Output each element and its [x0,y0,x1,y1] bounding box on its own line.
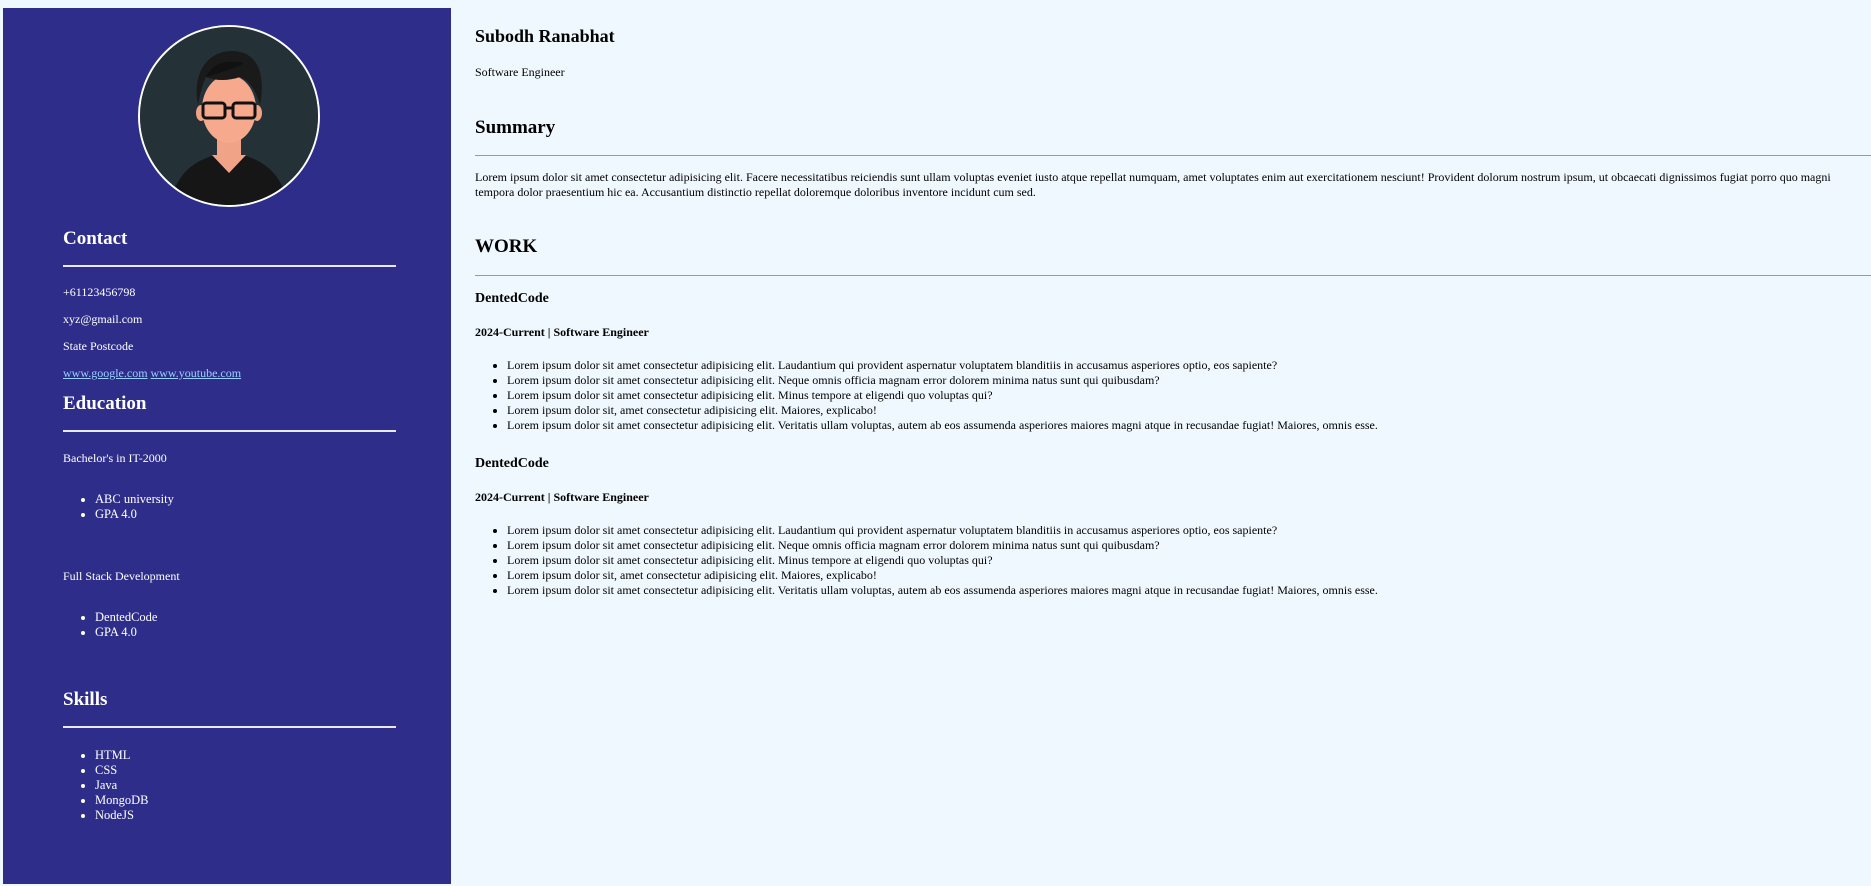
education-title: Full Stack Development [63,568,180,583]
contact-address: State Postcode [63,338,134,353]
google-link[interactable]: www.google.com [63,366,148,380]
contact-phone: +61123456798 [63,284,136,299]
skills-heading: Skills [63,688,108,710]
avatar-icon [140,27,318,205]
sidebar-content: Contact +61123456798 xyz@gmail.com State… [63,228,396,823]
contact-heading: Contact [63,228,128,249]
job-meta: 2024-Current | Software Engineer [475,490,649,505]
contact-email: xyz@gmail.com [63,311,143,326]
list-item: DentedCode [95,610,396,625]
job-company: DentedCode [475,456,549,471]
list-item: ABC university [95,492,396,507]
summary-text: Lorem ipsum dolor sit amet consectetur a… [475,170,1831,199]
divider [63,726,396,729]
list-item: GPA 4.0 [95,625,396,640]
job-role: Software Engineer [553,325,649,339]
education-list: ABC university GPA 4.0 [63,492,396,522]
sidebar: Contact +61123456798 xyz@gmail.com State… [3,8,451,884]
list-item: Lorem ipsum dolor sit, amet consectetur … [507,568,1867,583]
job-meta: 2024-Current | Software Engineer [475,325,649,340]
profile-title: Software Engineer [475,65,565,79]
skills-list: HTML CSS Java MongoDB NodeJS [63,748,396,823]
job-bullets: Lorem ipsum dolor sit amet consectetur a… [475,523,1867,598]
job-company: DentedCode [475,291,549,306]
list-item: Lorem ipsum dolor sit amet consectetur a… [507,388,1867,403]
job-period: 2024-Current [475,325,545,339]
list-item: Lorem ipsum dolor sit, amet consectetur … [507,403,1867,418]
skill-item: Java [95,778,396,793]
education-list: DentedCode GPA 4.0 [63,610,396,640]
divider [475,155,1871,156]
list-item: Lorem ipsum dolor sit amet consectetur a… [507,538,1867,553]
skill-item: MongoDB [95,793,396,808]
job-period: 2024-Current [475,490,545,504]
list-item: Lorem ipsum dolor sit amet consectetur a… [507,553,1867,568]
list-item: Lorem ipsum dolor sit amet consectetur a… [507,583,1867,598]
education-heading: Education [63,392,147,414]
job-role: Software Engineer [553,490,649,504]
list-item: Lorem ipsum dolor sit amet consectetur a… [507,418,1867,433]
divider [63,264,396,267]
work-heading: WORK [475,236,538,257]
skill-item: CSS [95,763,396,778]
list-item: Lorem ipsum dolor sit amet consectetur a… [507,358,1867,373]
job-bullets: Lorem ipsum dolor sit amet consectetur a… [475,358,1867,433]
skill-item: HTML [95,748,396,763]
list-item: Lorem ipsum dolor sit amet consectetur a… [507,373,1867,388]
profile-name: Subodh Ranabhat [475,26,615,46]
contact-links: www.google.com www.youtube.com [63,366,396,381]
summary-heading: Summary [475,117,556,138]
divider [63,429,396,432]
youtube-link[interactable]: www.youtube.com [151,366,242,380]
skill-item: NodeJS [95,808,396,823]
avatar [138,25,320,207]
education-title: Bachelor's in IT-2000 [63,450,167,465]
divider [475,275,1871,276]
list-item: Lorem ipsum dolor sit amet consectetur a… [507,523,1867,538]
list-item: GPA 4.0 [95,507,396,522]
